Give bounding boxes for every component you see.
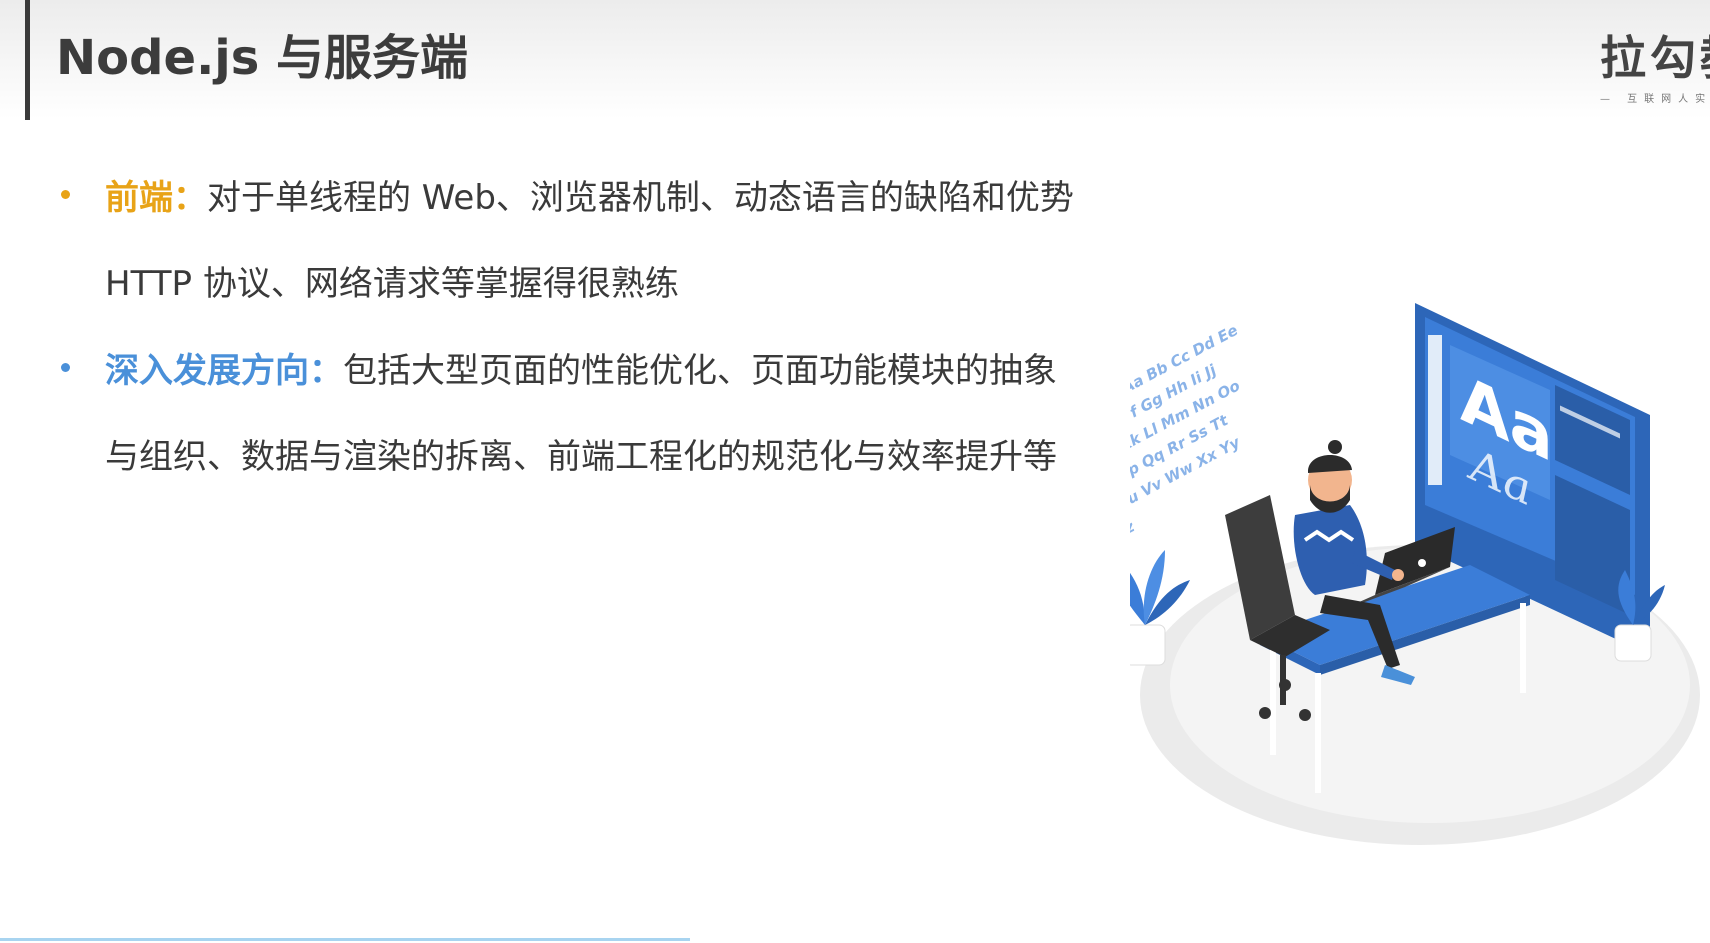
svg-text:Zz: Zz: [1130, 517, 1138, 543]
bullet-2-text-1: 包括大型页面的性能优化、页面功能模块的抽象: [343, 351, 1057, 391]
slide: Node.js 与服务端 拉勾教 — 互联网人实 前端：对于单线程的 Web、浏…: [0, 0, 1710, 943]
bullet-2-keyword: 深入发展方向：: [105, 351, 343, 391]
bullet-2-line-1: 深入发展方向：包括大型页面的性能优化、页面功能模块的抽象: [105, 343, 1057, 392]
brand-logo: 拉勾教 — 互联网人实: [1600, 22, 1710, 105]
slide-title: Node.js 与服务端: [56, 30, 469, 86]
bullet-2-line-2: 与组织、数据与渲染的拆离、前端工程化的规范化与效率提升等: [105, 437, 1057, 477]
title-accent-bar: [25, 0, 30, 120]
logo-tagline: — 互联网人实: [1600, 94, 1710, 105]
bullet-1-line-1: 前端：对于单线程的 Web、浏览器机制、动态语言的缺陷和优势: [105, 170, 1074, 219]
developer-illustration: Aa Aa Aa Bb Cc Dd Ee Ff Gg Hh Ii Jj Kk L…: [1130, 303, 1700, 845]
progress-underline: [0, 938, 690, 941]
alphabet-cloud: Aa Bb Cc Dd Ee Ff Gg Hh Ii Jj Kk Ll Mm N…: [1130, 321, 1244, 543]
bullet-dot-orange: [61, 190, 70, 199]
bullet-1-text-1: 对于单线程的 Web、浏览器机制、动态语言的缺陷和优势: [207, 178, 1074, 218]
slide-header: Node.js 与服务端 拉勾教 — 互联网人实: [0, 0, 1710, 125]
logo-text: 拉勾教: [1600, 31, 1710, 85]
bullet-1-line-2: HTTP 协议、网络请求等掌握得很熟练: [105, 264, 679, 304]
bullet-dot-blue: [61, 363, 70, 372]
bullet-1-keyword: 前端：: [105, 178, 207, 218]
